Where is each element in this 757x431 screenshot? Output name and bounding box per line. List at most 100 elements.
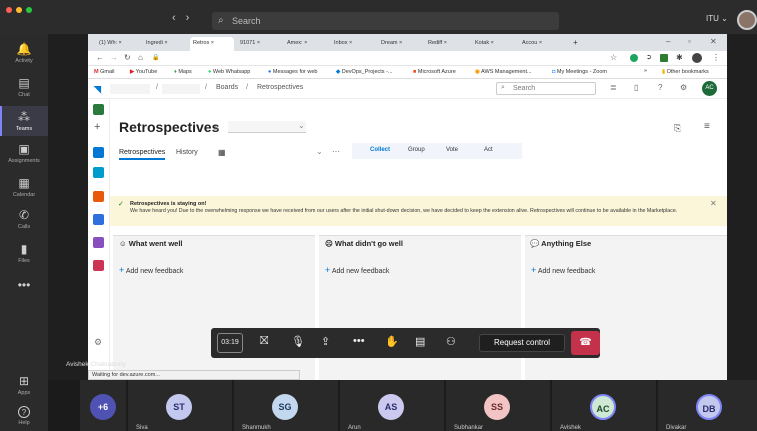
bookmark-gmail[interactable]: M Gmail: [94, 69, 115, 75]
user-settings-icon[interactable]: ⚙: [680, 83, 687, 92]
browser-tab[interactable]: Amex: ×: [284, 37, 328, 51]
azure-devops-logo-icon[interactable]: ◥: [94, 84, 101, 95]
rail-item-chat[interactable]: ▤ Chat: [0, 76, 48, 106]
close-window-dot[interactable]: [6, 7, 12, 13]
request-control-button[interactable]: Request control: [479, 334, 565, 352]
nav-arrows[interactable]: ‹›: [172, 12, 199, 24]
phase-collect[interactable]: Collect: [370, 147, 390, 153]
rail-item-calls[interactable]: ✆ Calls: [0, 208, 48, 238]
breadcrumb-boards[interactable]: Boards: [216, 84, 238, 91]
window-controls[interactable]: [6, 7, 32, 13]
copy-feedback-icon[interactable]: ⎘: [674, 123, 681, 134]
rail-item-apps[interactable]: ⊞ Apps: [0, 374, 48, 402]
maximize-window-dot[interactable]: [26, 7, 32, 13]
board-view-icon[interactable]: ▦: [218, 148, 226, 157]
profile-avatar[interactable]: [737, 10, 757, 30]
forward-icon[interactable]: →: [110, 53, 118, 62]
hang-up-button[interactable]: ☎: [571, 331, 600, 355]
org-name-redacted[interactable]: [110, 84, 150, 94]
browser-close-icon[interactable]: ✕: [710, 37, 717, 46]
share-screen-icon[interactable]: ⇪: [321, 335, 330, 348]
extension-icon[interactable]: ➲: [646, 53, 652, 61]
add-feedback-button[interactable]: + Add new feedback: [325, 265, 389, 275]
hamburger-menu-icon[interactable]: ≡: [704, 121, 710, 132]
participant-tile[interactable]: SG Shanmukh: [234, 380, 338, 431]
browser-tab[interactable]: Rediff ×: [425, 37, 469, 51]
rail-item-files[interactable]: ▮ Files: [0, 242, 48, 272]
browser-tab[interactable]: 91071 ×: [237, 37, 281, 51]
chat-icon[interactable]: ▤: [415, 335, 425, 348]
reload-icon[interactable]: ↻: [124, 53, 131, 62]
star-icon[interactable]: ☆: [610, 53, 617, 62]
bookmark-whatsapp[interactable]: ● Web Whatsapp: [208, 69, 250, 75]
rail-item-activity[interactable]: 🔔 Activity: [0, 42, 48, 72]
add-icon[interactable]: +: [94, 121, 100, 133]
help-circle-icon[interactable]: ?: [658, 83, 662, 92]
boards-icon[interactable]: [93, 167, 104, 178]
home-icon[interactable]: ⌂: [138, 53, 143, 62]
more-actions-icon[interactable]: •••: [353, 335, 365, 347]
bookmark-zoom[interactable]: ◘ My Meetings - Zoom: [552, 69, 607, 75]
tab-retrospectives[interactable]: Retrospectives: [119, 149, 166, 160]
more-bookmarks-icon[interactable]: »: [644, 68, 647, 74]
phase-act[interactable]: Act: [484, 147, 493, 153]
shopping-bag-icon[interactable]: ▯: [634, 83, 638, 92]
raise-hand-icon[interactable]: ✋: [385, 335, 399, 348]
project-icon[interactable]: [93, 104, 104, 115]
participant-tile[interactable]: SS Subhankar: [446, 380, 550, 431]
more-options-icon[interactable]: ···: [332, 147, 340, 156]
phase-group[interactable]: Group: [408, 147, 425, 153]
ado-search-input[interactable]: ⌕ Search: [496, 82, 596, 95]
bookmark-messages[interactable]: ● Messages for web: [268, 69, 318, 75]
tab-history[interactable]: History: [176, 149, 198, 156]
browser-tab[interactable]: (1) Wh: ×: [96, 37, 141, 51]
chevron-down-icon[interactable]: ⌄: [316, 147, 323, 156]
puzzle-icon[interactable]: ✱: [676, 53, 683, 62]
kebab-menu-icon[interactable]: ⋮: [712, 53, 720, 62]
bookmark-azure[interactable]: ■ Microsoft Azure: [413, 69, 456, 75]
browser-tab[interactable]: Accou ×: [519, 37, 567, 51]
back-icon[interactable]: ←: [96, 53, 104, 62]
user-avatar[interactable]: AC: [702, 81, 717, 96]
participant-tile[interactable]: ST Siva: [128, 380, 232, 431]
bookmark-maps[interactable]: ♦ Maps: [174, 69, 192, 75]
board-selector-dropdown[interactable]: [228, 121, 306, 133]
profile-icon[interactable]: [692, 53, 702, 63]
browser-tab[interactable]: Inbox ×: [331, 37, 375, 51]
list-icon[interactable]: ≣: [610, 83, 617, 92]
phase-vote[interactable]: Vote: [446, 147, 458, 153]
overview-icon[interactable]: [93, 147, 104, 158]
chevron-down-icon[interactable]: ⌄: [298, 121, 305, 130]
rail-item-teams[interactable]: ⁂ Teams: [0, 106, 48, 136]
browser-tab[interactable]: Dream ×: [378, 37, 422, 51]
rail-item-assignments[interactable]: ▣ Assignments: [0, 142, 48, 172]
project-settings-icon[interactable]: ⚙: [94, 337, 102, 348]
participant-tile[interactable]: +6: [80, 380, 126, 431]
add-feedback-button[interactable]: + Add new feedback: [119, 265, 183, 275]
breadcrumb-retrospectives[interactable]: Retrospectives: [257, 84, 303, 91]
pipelines-icon[interactable]: [93, 214, 104, 225]
bookmark-devops[interactable]: ◆ DevOps_Projects -...: [336, 69, 393, 75]
bookmark-other[interactable]: ▮ Other bookmarks: [662, 69, 709, 75]
bookmark-aws[interactable]: ◉ AWS Management...: [475, 69, 532, 75]
user-menu[interactable]: ITU ⌄: [706, 14, 728, 23]
rail-item-more[interactable]: •••: [0, 278, 48, 296]
close-icon[interactable]: ✕: [710, 199, 717, 208]
browser-minimize-icon[interactable]: –: [666, 37, 670, 46]
minimize-window-dot[interactable]: [16, 7, 22, 13]
test-plans-icon[interactable]: [93, 237, 104, 248]
participant-tile[interactable]: AS Arun: [340, 380, 444, 431]
rail-item-help[interactable]: ? Help: [0, 406, 48, 430]
add-feedback-button[interactable]: + Add new feedback: [531, 265, 595, 275]
mic-off-icon[interactable]: 🎙: [291, 335, 305, 348]
browser-tab-active[interactable]: Retros ×: [190, 37, 234, 51]
repos-icon[interactable]: [93, 191, 104, 202]
browser-restore-icon[interactable]: ▫: [688, 37, 691, 46]
new-tab-button[interactable]: +: [570, 37, 584, 51]
teams-search-input[interactable]: ⌕ Search: [212, 12, 559, 30]
artifacts-icon[interactable]: [93, 260, 104, 271]
rail-item-calendar[interactable]: ▦ Calendar: [0, 176, 48, 206]
browser-tab[interactable]: Ingredi ×: [143, 37, 187, 51]
participant-tile[interactable]: AC Avishek: [552, 380, 656, 431]
participant-tile[interactable]: DB Divakar: [658, 380, 757, 431]
